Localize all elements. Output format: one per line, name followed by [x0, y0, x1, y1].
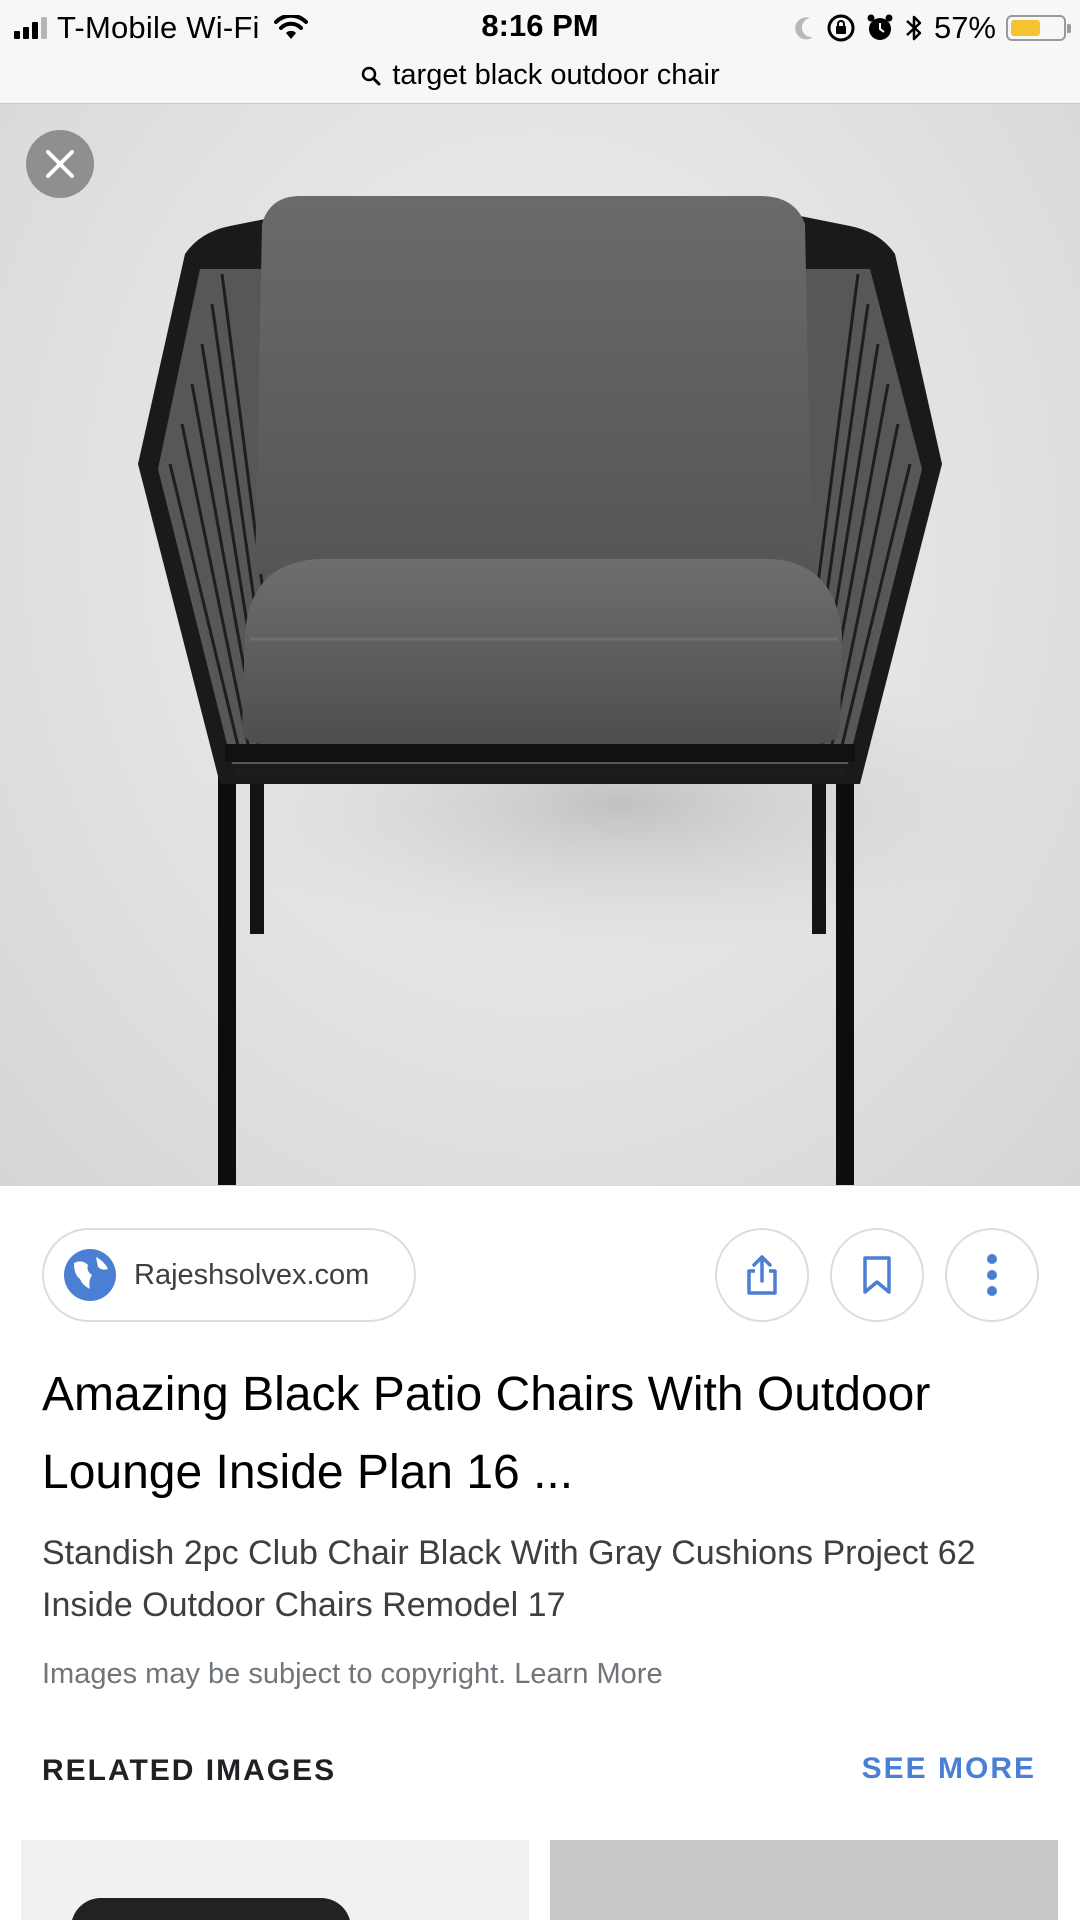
- more-vert-icon: [987, 1254, 997, 1296]
- chair-photo: [138, 196, 1040, 1185]
- result-description: Standish 2pc Club Chair Black With Gray …: [42, 1534, 976, 1624]
- see-more-link[interactable]: SEE MORE: [862, 1752, 1036, 1786]
- source-link[interactable]: Rajeshsolvex.com: [42, 1228, 416, 1322]
- close-icon: [46, 150, 74, 178]
- alarm-icon: [867, 14, 893, 40]
- search-query: target black outdoor chair: [392, 59, 720, 91]
- battery-level: [1011, 20, 1040, 36]
- search-icon: [362, 66, 381, 85]
- battery-icon: [1006, 15, 1071, 41]
- status-bar: T-Mobile Wi-Fi 8:16 PM 57%: [0, 0, 1080, 55]
- more-options-button[interactable]: [945, 1228, 1039, 1322]
- copyright-notice[interactable]: Images may be subject to copyright. Lear…: [42, 1658, 663, 1691]
- save-button[interactable]: [830, 1228, 924, 1322]
- related-image-thumbnail[interactable]: [21, 1840, 529, 1920]
- globe-icon: [64, 1249, 116, 1301]
- rotation-lock-icon: [827, 14, 855, 42]
- related-images-header: RELATED IMAGES: [42, 1754, 337, 1787]
- battery-percentage: 57%: [933, 10, 996, 45]
- result-title[interactable]: Amazing Black Patio Chairs With Outdoor …: [42, 1356, 1042, 1512]
- bookmark-icon: [863, 1256, 891, 1294]
- share-button[interactable]: [715, 1228, 809, 1322]
- status-bar-right: 57%: [794, 8, 1071, 48]
- share-icon: [747, 1255, 777, 1295]
- url-bar[interactable]: target black outdoor chair: [0, 48, 1080, 104]
- related-image-thumbnail[interactable]: [550, 1840, 1058, 1920]
- bluetooth-icon: [906, 15, 922, 41]
- source-domain: Rajeshsolvex.com: [134, 1258, 370, 1291]
- image-viewer[interactable]: [0, 104, 1080, 1186]
- moon-icon: [795, 17, 813, 40]
- close-button[interactable]: [26, 130, 94, 198]
